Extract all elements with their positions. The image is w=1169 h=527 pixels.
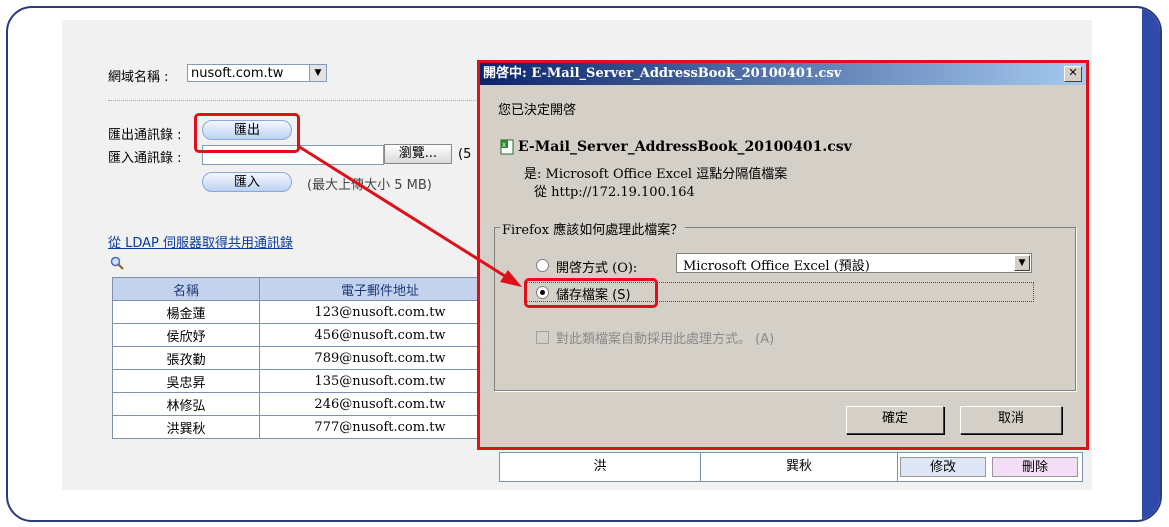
annotation-arrow bbox=[297, 144, 522, 287]
